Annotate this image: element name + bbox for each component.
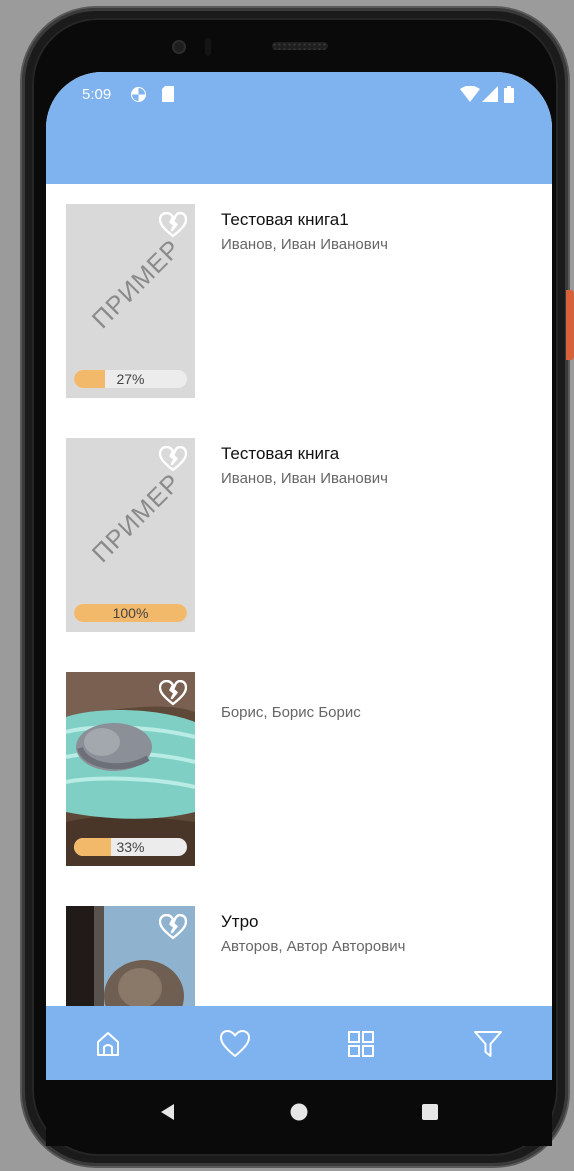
book-cover[interactable] [66, 906, 195, 1006]
back-icon[interactable] [158, 1102, 178, 1127]
grid-icon[interactable] [343, 1026, 379, 1062]
bottom-navigation [46, 1006, 552, 1080]
book-author: Борис, Борис Борис [221, 704, 361, 721]
system-navigation-bar [46, 1080, 552, 1146]
book-list[interactable]: ПРИМЕР 27% Тестовая книга1 Иванов, Иван … [46, 184, 552, 1006]
recents-icon[interactable] [420, 1102, 440, 1127]
proximity-sensor [205, 38, 211, 56]
signal-icon [482, 86, 498, 106]
heart-icon[interactable] [217, 1026, 253, 1062]
book-author: Иванов, Иван Иванович [221, 470, 388, 487]
cover-watermark: ПРИМЕР [86, 468, 187, 568]
reading-progress: 100% [74, 604, 187, 622]
book-author: Иванов, Иван Иванович [221, 236, 388, 253]
cover-watermark: ПРИМЕР [86, 234, 187, 334]
reading-progress: 33% [74, 838, 187, 856]
list-item[interactable]: Утро Авторов, Автор Авторович [66, 906, 552, 1006]
broken-heart-icon[interactable] [158, 445, 188, 472]
book-title[interactable]: Утро [221, 912, 259, 932]
home-icon[interactable] [90, 1026, 126, 1062]
status-time: 5:09 [82, 86, 112, 103]
book-title[interactable]: Тестовая книга1 [221, 210, 349, 230]
progress-label: 100% [112, 605, 149, 621]
home-circle-icon[interactable] [289, 1102, 309, 1127]
earpiece-speaker [272, 42, 328, 50]
battery-icon [504, 86, 514, 107]
book-author: Авторов, Автор Авторович [221, 938, 406, 955]
book-cover[interactable]: ПРИМЕР 27% [66, 204, 195, 398]
book-cover[interactable]: ПРИМЕР 100% [66, 438, 195, 632]
app-screen: 5:09 ПРИМЕР 27% Тестовая книга1 Иванов, … [46, 72, 552, 1080]
broken-heart-icon[interactable] [158, 211, 188, 238]
progress-label: 33% [116, 839, 145, 855]
progress-label: 27% [116, 371, 145, 387]
book-title[interactable]: Тестовая книга [221, 444, 339, 464]
book-cover[interactable]: 33% [66, 672, 195, 866]
reading-progress: 27% [74, 370, 187, 388]
data-saver-icon [130, 86, 147, 107]
list-item[interactable]: ПРИМЕР 27% Тестовая книга1 Иванов, Иван … [66, 204, 552, 398]
list-item[interactable]: ПРИМЕР 100% Тестовая книга Иванов, Иван … [66, 438, 552, 632]
power-button[interactable] [566, 290, 574, 360]
broken-heart-icon[interactable] [158, 679, 188, 706]
broken-heart-icon[interactable] [158, 913, 188, 940]
front-camera [172, 40, 186, 54]
app-bar: 5:09 [46, 72, 552, 184]
filter-icon[interactable] [470, 1026, 506, 1062]
wifi-icon [460, 85, 480, 106]
sd-card-icon [162, 86, 174, 106]
status-bar: 5:09 [46, 84, 552, 108]
list-item[interactable]: 33% Борис, Борис Борис [66, 672, 552, 866]
